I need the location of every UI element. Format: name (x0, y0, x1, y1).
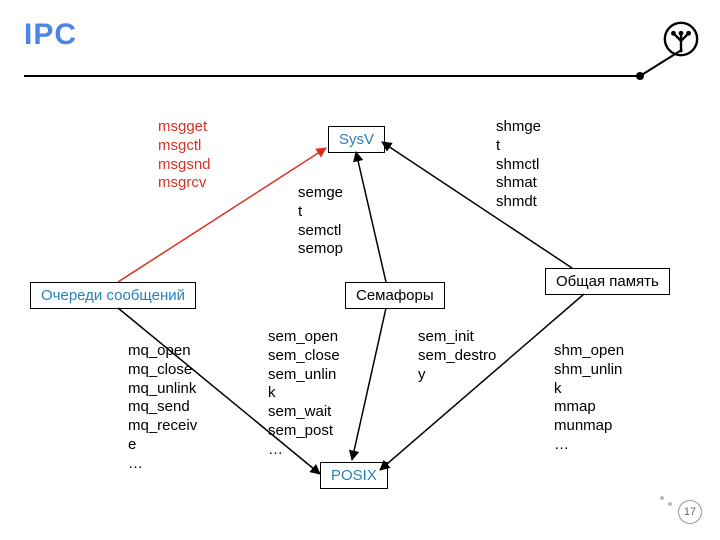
node-shared-mem: Общая память (545, 268, 670, 295)
label-shm-sysv: shmge t shmctl shmat shmdt (496, 118, 541, 212)
node-semaphores: Семафоры (345, 282, 445, 309)
label-mq-posix: mq_open mq_close mq_unlink mq_send mq_re… (128, 342, 197, 473)
page-number: 17 (678, 500, 702, 524)
divider-line (24, 75, 640, 77)
label-sem-sysv: semge t semctl semop (298, 184, 343, 259)
page-title: IPC (24, 18, 77, 52)
label-shm-posix: shm_open shm_unlin k mmap munmap … (554, 342, 624, 455)
node-queues: Очереди сообщений (30, 282, 196, 309)
logo-icon (662, 20, 700, 58)
label-sem-posix-unnamed: sem_init sem_destro y (418, 328, 496, 384)
slide: IPC SysV POSIX Очереди сообщений Семафор… (0, 0, 720, 540)
node-sysv: SysV (328, 126, 385, 153)
node-posix: POSIX (320, 462, 388, 489)
label-sem-posix-named: sem_open sem_close sem_unlin k sem_wait … (268, 328, 340, 459)
label-msg-sysv: msgget msgctl msgsnd msgrcv (158, 118, 211, 193)
corner-dot (660, 496, 664, 500)
corner-dot (668, 502, 672, 506)
